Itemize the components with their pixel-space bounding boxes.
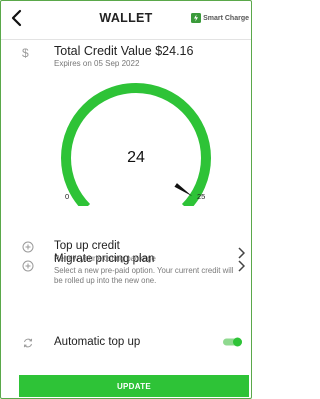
- dollar-icon: $: [22, 46, 29, 60]
- credit-gauge: [61, 83, 211, 206]
- gauge-min-label: 0: [65, 192, 70, 201]
- automatic-top-up-toggle[interactable]: [223, 337, 243, 347]
- plus-circle-icon: [22, 260, 34, 272]
- gauge-max-label: 25: [197, 192, 206, 201]
- brand-logo: Smart Charge: [191, 13, 249, 23]
- app-header: WALLET Smart Charge: [1, 1, 251, 40]
- update-button[interactable]: UPDATE: [19, 375, 249, 397]
- gauge-needle: [174, 183, 193, 197]
- wallet-screen: WALLET Smart Charge $ Total Credit Value…: [0, 0, 252, 399]
- credit-expiry-date: Expires on 05 Sep 2022: [54, 59, 140, 68]
- automatic-top-up-row: Automatic top up: [1, 334, 251, 352]
- brand-label: Smart Charge: [203, 14, 249, 22]
- migrate-pricing-plan-subtitle: Select a new pre-paid option. Your curre…: [54, 266, 234, 285]
- gauge-arc: [61, 83, 211, 206]
- gauge-value: 24: [127, 149, 145, 166]
- chevron-right-icon: [238, 260, 245, 272]
- migrate-pricing-plan-title: Migrate pricing plan: [54, 253, 155, 265]
- automatic-top-up-label: Automatic top up: [54, 336, 141, 348]
- refresh-icon: [23, 338, 33, 348]
- smart-charge-logo-icon: [191, 13, 202, 23]
- total-credit-value: Total Credit Value $24.16: [54, 44, 194, 58]
- migrate-pricing-plan-row[interactable]: Migrate pricing plan Select a new pre-pa…: [1, 251, 251, 303]
